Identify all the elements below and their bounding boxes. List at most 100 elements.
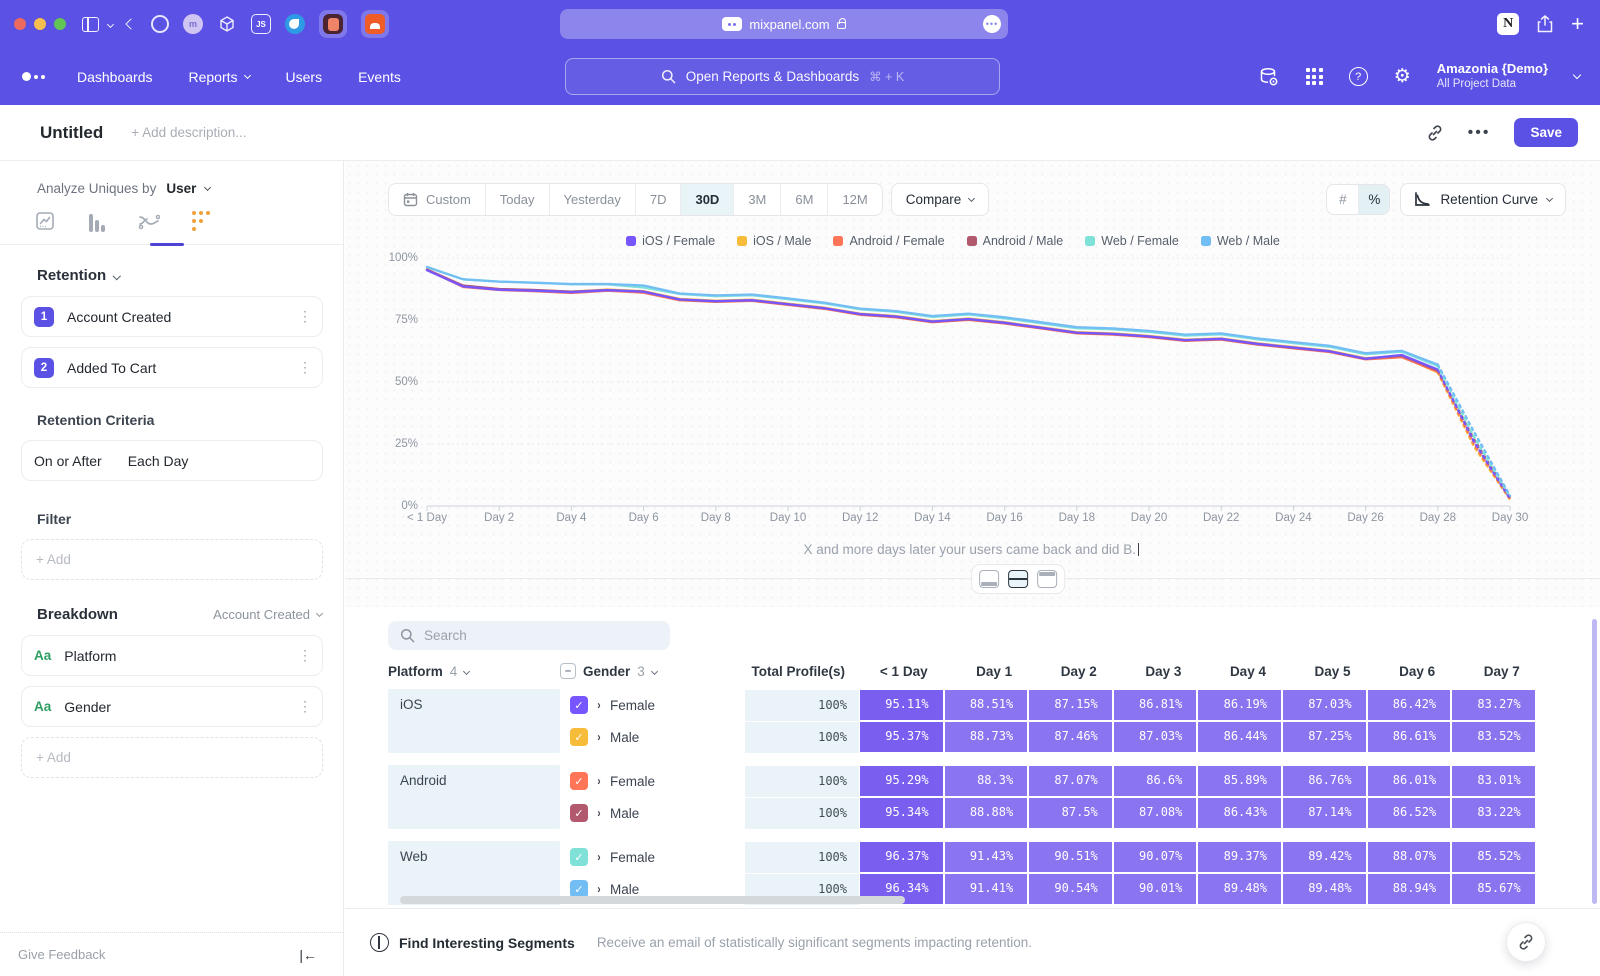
retention-value-cell[interactable]: 89.42% bbox=[1282, 841, 1367, 873]
save-button[interactable]: Save bbox=[1514, 118, 1578, 147]
nav-users[interactable]: Users bbox=[286, 69, 323, 85]
retention-section-chevron-icon[interactable] bbox=[113, 272, 121, 280]
column-day[interactable]: Day 5 bbox=[1282, 664, 1367, 679]
column-day[interactable]: < 1 Day bbox=[859, 664, 944, 679]
tab-funnels[interactable] bbox=[86, 210, 108, 232]
row-checkbox[interactable]: ✓ bbox=[570, 804, 588, 822]
copy-link-icon[interactable] bbox=[1426, 124, 1444, 142]
kebab-menu-icon[interactable]: ⋮ bbox=[298, 359, 312, 376]
column-total-profiles[interactable]: Total Profile(s) bbox=[745, 664, 859, 679]
legend-item[interactable]: Android / Female bbox=[833, 234, 944, 248]
retention-value-cell[interactable]: 86.42% bbox=[1367, 689, 1452, 721]
retention-value-cell[interactable]: 88.88% bbox=[944, 797, 1029, 829]
row-checkbox[interactable]: ✓ bbox=[570, 728, 588, 746]
retention-value-cell[interactable]: 88.07% bbox=[1367, 841, 1452, 873]
nav-reports[interactable]: Reports bbox=[189, 69, 250, 85]
date-3m[interactable]: 3M bbox=[734, 184, 781, 215]
breakdown-scope-dropdown[interactable]: Account Created bbox=[213, 607, 322, 622]
retention-value-cell[interactable]: 83.52% bbox=[1451, 721, 1536, 753]
retention-value-cell[interactable]: 91.43% bbox=[944, 841, 1029, 873]
retention-value-cell[interactable]: 96.37% bbox=[859, 841, 944, 873]
expand-row-icon[interactable]: › bbox=[597, 730, 600, 744]
date-30d[interactable]: 30D bbox=[681, 184, 734, 215]
retention-value-cell[interactable]: 86.81% bbox=[1113, 689, 1198, 721]
active-tab-pill[interactable] bbox=[319, 10, 347, 38]
retention-value-cell[interactable]: 87.03% bbox=[1282, 689, 1367, 721]
legend-item[interactable]: Web / Male bbox=[1201, 234, 1280, 248]
kebab-menu-icon[interactable]: ⋮ bbox=[298, 647, 312, 664]
retention-value-cell[interactable]: 87.03% bbox=[1113, 721, 1198, 753]
unit-percent-toggle[interactable]: % bbox=[1358, 185, 1389, 214]
column-day[interactable]: Day 3 bbox=[1113, 664, 1198, 679]
retention-value-cell[interactable]: 91.41% bbox=[944, 873, 1029, 905]
unit-count-toggle[interactable]: # bbox=[1327, 185, 1358, 214]
minimize-window-button[interactable] bbox=[34, 18, 46, 30]
select-all-checkbox[interactable]: – bbox=[560, 663, 576, 679]
expand-row-icon[interactable]: › bbox=[597, 774, 600, 788]
tab-retention[interactable] bbox=[190, 210, 212, 232]
layout-split-icon[interactable] bbox=[1008, 570, 1028, 588]
retention-chart[interactable]: 100%75%50%25%0% < 1 DayDay 2Day 4Day 6Da… bbox=[388, 250, 1518, 526]
retention-value-cell[interactable]: 86.01% bbox=[1367, 765, 1452, 797]
analyze-entity-dropdown[interactable]: User bbox=[166, 181, 196, 196]
report-title[interactable]: Untitled bbox=[40, 123, 103, 143]
find-segments-title[interactable]: Find Interesting Segments bbox=[399, 935, 575, 951]
retention-value-cell[interactable]: 89.37% bbox=[1197, 841, 1282, 873]
retention-value-cell[interactable]: 88.94% bbox=[1367, 873, 1452, 905]
compare-button[interactable]: Compare bbox=[891, 183, 990, 216]
retention-value-cell[interactable]: 83.22% bbox=[1451, 797, 1536, 829]
retention-value-cell[interactable]: 87.08% bbox=[1113, 797, 1198, 829]
retention-value-cell[interactable]: 83.01% bbox=[1451, 765, 1536, 797]
criteria-mode[interactable]: On or After bbox=[34, 453, 102, 469]
expand-row-icon[interactable]: › bbox=[597, 882, 600, 896]
give-feedback-link[interactable]: Give Feedback bbox=[18, 947, 105, 962]
legend-item[interactable]: Android / Male bbox=[967, 234, 1064, 248]
add-description[interactable]: + Add description... bbox=[131, 125, 246, 140]
tab-flows[interactable] bbox=[138, 210, 160, 232]
platform-cell[interactable]: iOS bbox=[388, 689, 560, 753]
retention-value-cell[interactable]: 88.73% bbox=[944, 721, 1029, 753]
layout-chart-only-icon[interactable] bbox=[979, 570, 999, 588]
bird-icon[interactable] bbox=[285, 14, 305, 34]
data-management-icon[interactable] bbox=[1258, 66, 1280, 88]
kebab-menu-icon[interactable]: ⋮ bbox=[298, 698, 312, 715]
url-bar[interactable]: mixpanel.com ••• bbox=[560, 9, 1008, 39]
breakdown-card[interactable]: Aa Platform ⋮ bbox=[21, 635, 323, 676]
retention-value-cell[interactable]: 83.27% bbox=[1451, 689, 1536, 721]
retention-value-cell[interactable]: 86.61% bbox=[1367, 721, 1452, 753]
legend-item[interactable]: iOS / Male bbox=[737, 234, 811, 248]
project-chevron-icon[interactable] bbox=[1573, 70, 1581, 78]
expand-row-icon[interactable]: › bbox=[597, 850, 600, 864]
event-step-card[interactable]: 2 Added To Cart ⋮ bbox=[21, 347, 323, 388]
column-gender[interactable]: – Gender 3 bbox=[560, 663, 745, 679]
new-tab-icon[interactable]: + bbox=[1571, 11, 1584, 37]
chevron-down-icon[interactable] bbox=[108, 22, 113, 27]
retention-value-cell[interactable]: 90.07% bbox=[1113, 841, 1198, 873]
criteria-interval[interactable]: Each Day bbox=[128, 453, 189, 469]
retention-value-cell[interactable]: 86.44% bbox=[1197, 721, 1282, 753]
retention-value-cell[interactable]: 86.19% bbox=[1197, 689, 1282, 721]
add-breakdown-button[interactable]: + Add bbox=[21, 737, 323, 778]
column-day[interactable]: Day 6 bbox=[1367, 664, 1452, 679]
target-icon[interactable] bbox=[151, 15, 169, 33]
retention-value-cell[interactable]: 90.54% bbox=[1028, 873, 1113, 905]
retention-value-cell[interactable]: 87.07% bbox=[1028, 765, 1113, 797]
mixpanel-logo[interactable] bbox=[22, 72, 45, 81]
more-options-icon[interactable]: ••• bbox=[1468, 124, 1491, 142]
legend-item[interactable]: iOS / Female bbox=[626, 234, 715, 248]
chart-type-dropdown[interactable]: Retention Curve bbox=[1400, 183, 1566, 216]
vertical-scrollbar[interactable] bbox=[1592, 619, 1597, 904]
add-filter-button[interactable]: + Add bbox=[21, 539, 323, 580]
retention-value-cell[interactable]: 90.51% bbox=[1028, 841, 1113, 873]
table-search-input[interactable]: Search bbox=[388, 621, 670, 650]
retention-value-cell[interactable]: 95.37% bbox=[859, 721, 944, 753]
settings-gear-icon[interactable]: ⚙ bbox=[1394, 65, 1411, 88]
retention-value-cell[interactable]: 86.6% bbox=[1113, 765, 1198, 797]
collapse-sidebar-icon[interactable]: |← bbox=[299, 947, 317, 963]
retention-value-cell[interactable]: 90.01% bbox=[1113, 873, 1198, 905]
horizontal-scrollbar[interactable] bbox=[400, 896, 905, 904]
date-6m[interactable]: 6M bbox=[781, 184, 828, 215]
breakdown-card[interactable]: Aa Gender ⋮ bbox=[21, 686, 323, 727]
retention-value-cell[interactable]: 95.11% bbox=[859, 689, 944, 721]
date-today[interactable]: Today bbox=[486, 184, 550, 215]
